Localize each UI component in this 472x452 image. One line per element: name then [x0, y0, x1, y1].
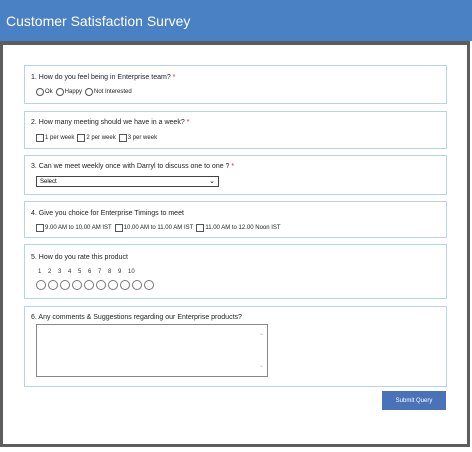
question-panel-5: 5. How do you rate this product 1 2 3 4 … — [24, 244, 447, 299]
radio-button[interactable] — [36, 88, 44, 96]
rating-radio-8[interactable] — [120, 280, 130, 290]
option-label: 9.00 AM to 10.00 AM IST — [45, 225, 112, 231]
question-3-text: Can we meet weekly once with Darryl to d… — [38, 163, 230, 170]
checkbox[interactable] — [36, 134, 44, 142]
question-1-options: Ok Happy Not Interested — [36, 88, 135, 96]
checkbox-option-10-to-11[interactable]: 10.00 AM to 11.00 AM IST — [114, 224, 194, 232]
question-5-text: How do you rate this product — [38, 254, 128, 261]
option-label: 2 per week — [86, 135, 116, 141]
chevron-down-icon[interactable]: ⌄ — [259, 362, 264, 369]
question-1-text: How do you feel being in Enterprise team… — [38, 74, 171, 81]
scale-label-8: 8 — [108, 269, 112, 275]
rating-radio-7[interactable] — [108, 280, 118, 290]
question-6-title: 6. Any comments & Suggestions regarding … — [31, 314, 242, 321]
question-panel-4: 4. Give you choice for Enterprise Timing… — [24, 201, 447, 238]
rating-radio-10[interactable] — [144, 280, 154, 290]
option-label: 10.00 AM to 11.00 AM IST — [123, 225, 194, 231]
question-2-number: 2. — [31, 119, 37, 126]
question-panel-3: 3. Can we meet weekly once with Darryl t… — [24, 155, 447, 195]
option-label: 11.00 AM to 12.00 Noon IST — [205, 225, 281, 231]
rating-scale-radios — [36, 280, 156, 290]
question-4-title: 4. Give you choice for Enterprise Timing… — [31, 210, 184, 217]
question-5-title: 5. How do you rate this product — [31, 254, 128, 261]
option-label: Happy — [64, 89, 83, 95]
scale-label-2: 2 — [48, 269, 52, 275]
question-1-number: 1. — [31, 74, 37, 81]
option-label: 1 per week — [45, 135, 75, 141]
option-label: 3 per week — [127, 135, 158, 141]
radio-option-happy[interactable]: Happy — [55, 88, 83, 96]
checkbox-option-1-per-week[interactable]: 1 per week — [36, 134, 74, 142]
comments-textarea[interactable]: ⌃ ⌄ — [36, 324, 268, 377]
checkbox[interactable] — [118, 134, 127, 142]
meeting-select-dropdown[interactable]: Select ⌄ — [36, 176, 219, 187]
checkbox[interactable] — [196, 224, 205, 232]
scale-label-10: 10 — [128, 269, 135, 275]
question-5-number: 5. — [31, 254, 37, 261]
chevron-up-icon[interactable]: ⌃ — [259, 333, 264, 340]
submit-button-label: Submit Query — [395, 397, 433, 404]
checkbox-option-9-to-10[interactable]: 9.00 AM to 10.00 AM IST — [36, 224, 112, 232]
question-2-text: How many meeting should we have in a wee… — [38, 119, 185, 126]
chevron-down-icon: ⌄ — [209, 178, 215, 185]
rating-radio-5[interactable] — [84, 280, 94, 290]
radio-button[interactable] — [85, 88, 94, 96]
question-4-text: Give you choice for Enterprise Timings t… — [38, 210, 184, 217]
rating-radio-9[interactable] — [132, 280, 142, 290]
option-label: Ok — [45, 89, 53, 95]
checkbox-option-11-to-12[interactable]: 11.00 AM to 12.00 Noon IST — [196, 224, 281, 232]
question-6-number: 6. — [31, 314, 37, 321]
rating-radio-4[interactable] — [72, 280, 82, 290]
scale-label-6: 6 — [88, 269, 92, 275]
question-panel-6: 6. Any comments & Suggestions regarding … — [24, 306, 447, 387]
checkbox-option-2-per-week[interactable]: 2 per week — [77, 134, 116, 142]
radio-button[interactable] — [55, 88, 64, 96]
required-mark: * — [172, 74, 176, 81]
submit-query-button[interactable]: Submit Query — [382, 391, 446, 410]
scale-label-9: 9 — [118, 269, 122, 275]
question-4-number: 4. — [31, 210, 37, 217]
page-title: Customer Satisfaction Survey — [6, 13, 191, 29]
rating-radio-3[interactable] — [60, 280, 70, 290]
scale-label-5: 5 — [78, 269, 82, 275]
radio-option-ok[interactable]: Ok — [36, 88, 53, 96]
scale-label-4: 4 — [68, 269, 72, 275]
question-3-title: 3. Can we meet weekly once with Darryl t… — [31, 163, 234, 170]
rating-radio-6[interactable] — [96, 280, 106, 290]
question-6-text: Any comments & Suggestions regarding our… — [38, 314, 242, 321]
option-label: Not Interested — [94, 89, 132, 95]
scale-label-3: 3 — [58, 269, 62, 275]
rating-scale-labels: 1 2 3 4 5 6 7 8 9 10 — [38, 269, 138, 275]
scale-label-7: 7 — [98, 269, 102, 275]
question-3-number: 3. — [31, 163, 37, 170]
radio-option-not-interested[interactable]: Not Interested — [85, 88, 132, 96]
select-value: Select — [40, 179, 57, 185]
checkbox[interactable] — [77, 134, 86, 142]
rating-radio-2[interactable] — [48, 280, 58, 290]
question-2-title: 2. How many meeting should we have in a … — [31, 119, 189, 126]
checkbox-option-3-per-week[interactable]: 3 per week — [118, 134, 158, 142]
scale-label-1: 1 — [38, 269, 42, 275]
question-2-options: 1 per week 2 per week 3 per week — [36, 134, 160, 142]
survey-header: Customer Satisfaction Survey — [0, 0, 472, 41]
rating-radio-1[interactable] — [36, 280, 46, 290]
question-4-options: 9.00 AM to 10.00 AM IST 10.00 AM to 11.0… — [36, 224, 284, 232]
question-panel-2: 2. How many meeting should we have in a … — [24, 111, 447, 149]
question-panel-1: 1. How do you feel being in Enterprise t… — [24, 65, 447, 104]
checkbox[interactable] — [114, 224, 123, 232]
required-mark: * — [186, 119, 190, 126]
question-1-title: 1. How do you feel being in Enterprise t… — [31, 74, 175, 81]
required-mark: * — [231, 163, 235, 170]
checkbox[interactable] — [36, 224, 44, 232]
